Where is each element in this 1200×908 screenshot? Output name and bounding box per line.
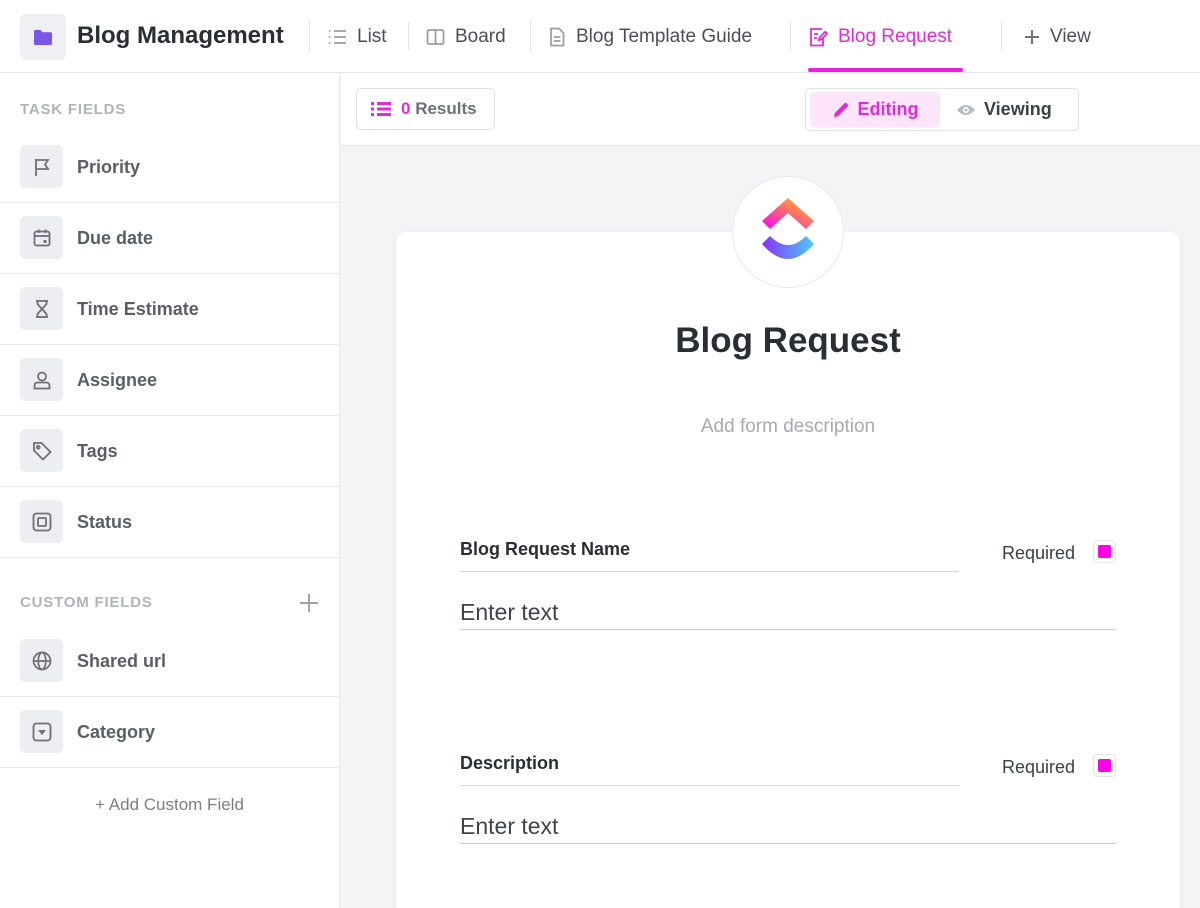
tab-blog-request[interactable]: Blog Request bbox=[808, 20, 952, 54]
tab-label: List bbox=[357, 26, 387, 47]
divider bbox=[1001, 21, 1002, 51]
eye-icon bbox=[957, 104, 975, 115]
clickup-logo-icon bbox=[762, 198, 814, 259]
field-label: Priority bbox=[77, 157, 141, 177]
tab-blog-template-guide[interactable]: Blog Template Guide bbox=[548, 20, 752, 54]
required-label: Required bbox=[1002, 543, 1076, 563]
field-item-category[interactable]: Category bbox=[0, 697, 339, 768]
form-icon bbox=[810, 28, 828, 47]
field-label: Shared url bbox=[77, 651, 167, 671]
space-title: Blog Management bbox=[77, 22, 284, 49]
top-bar: Blog Management List Board Blog Template… bbox=[0, 0, 1200, 73]
active-tab-indicator bbox=[808, 68, 963, 72]
checkbox-fill bbox=[1098, 759, 1111, 772]
tab-label: Blog Request bbox=[838, 26, 953, 47]
flag-icon bbox=[20, 145, 63, 188]
required-checkbox[interactable] bbox=[1093, 540, 1116, 563]
tab-label: View bbox=[1050, 26, 1091, 47]
status-icon bbox=[20, 500, 63, 543]
globe-icon bbox=[20, 639, 63, 682]
task-fields-heading: TASK FIELDS bbox=[20, 101, 127, 118]
user-icon bbox=[20, 358, 63, 401]
list-icon bbox=[371, 102, 391, 116]
calendar-icon bbox=[20, 216, 63, 259]
required-checkbox[interactable] bbox=[1093, 754, 1116, 777]
field-item-priority[interactable]: Priority bbox=[0, 132, 339, 203]
pencil-icon bbox=[833, 102, 848, 117]
results-count: 0 bbox=[401, 99, 411, 118]
field-item-shared-url[interactable]: Shared url bbox=[0, 626, 339, 697]
tab-list[interactable]: List bbox=[327, 20, 387, 54]
field-label: Time Estimate bbox=[77, 299, 199, 319]
fields-sidebar: TASK FIELDS Priority Due date Time Estim… bbox=[0, 73, 340, 908]
results-button[interactable]: 0 Results bbox=[356, 88, 495, 130]
field-label: Category bbox=[77, 722, 156, 742]
field-item-status[interactable]: Status bbox=[0, 487, 339, 558]
dropdown-icon bbox=[20, 710, 63, 753]
field-item-tags[interactable]: Tags bbox=[0, 416, 339, 487]
field-item-assignee[interactable]: Assignee bbox=[0, 345, 339, 416]
tag-icon bbox=[20, 429, 63, 472]
required-label: Required bbox=[1002, 757, 1076, 777]
tab-label: Blog Template Guide bbox=[576, 26, 753, 47]
blog-request-name-input[interactable] bbox=[460, 596, 1116, 630]
field-item-time-estimate[interactable]: Time Estimate bbox=[0, 274, 339, 345]
mode-toggle: Editing Viewing bbox=[805, 88, 1079, 131]
form-description[interactable]: Add form description bbox=[396, 416, 1180, 438]
field-item-due-date[interactable]: Due date bbox=[0, 203, 339, 274]
divider bbox=[530, 21, 531, 51]
form-logo[interactable] bbox=[732, 176, 844, 288]
results-label: Results bbox=[415, 99, 477, 118]
doc-icon bbox=[550, 27, 565, 47]
editing-mode-button[interactable]: Editing bbox=[810, 92, 940, 127]
viewing-mode-button[interactable]: Viewing bbox=[956, 92, 1074, 127]
divider bbox=[790, 21, 791, 51]
field-label: Status bbox=[77, 512, 133, 532]
viewing-label: Viewing bbox=[984, 99, 1052, 119]
field-label: Assignee bbox=[77, 370, 158, 390]
question-label[interactable]: Blog Request Name bbox=[460, 539, 959, 572]
plus-icon bbox=[1025, 30, 1039, 44]
form-title[interactable]: Blog Request bbox=[396, 321, 1180, 361]
divider bbox=[408, 21, 409, 51]
form-toolbar: 0 Results Editing Viewing bbox=[341, 73, 1200, 146]
folder-icon[interactable] bbox=[20, 14, 66, 60]
tab-board[interactable]: Board bbox=[426, 20, 506, 54]
board-icon bbox=[426, 29, 445, 45]
field-label: Tags bbox=[77, 441, 118, 461]
custom-fields-heading: CUSTOM FIELDS bbox=[20, 594, 153, 611]
add-custom-field-plus-icon[interactable] bbox=[298, 592, 320, 614]
description-input[interactable] bbox=[460, 810, 1116, 844]
field-label: Due date bbox=[77, 228, 154, 248]
editing-label: Editing bbox=[857, 99, 919, 119]
question-label[interactable]: Description bbox=[460, 753, 959, 786]
divider bbox=[309, 21, 310, 51]
add-custom-field-link[interactable]: + Add Custom Field bbox=[0, 795, 339, 815]
tab-label: Board bbox=[455, 26, 506, 47]
checkbox-fill bbox=[1098, 545, 1111, 558]
hourglass-icon bbox=[20, 287, 63, 330]
add-view-button[interactable]: View bbox=[1024, 20, 1091, 54]
list-icon bbox=[329, 30, 346, 44]
